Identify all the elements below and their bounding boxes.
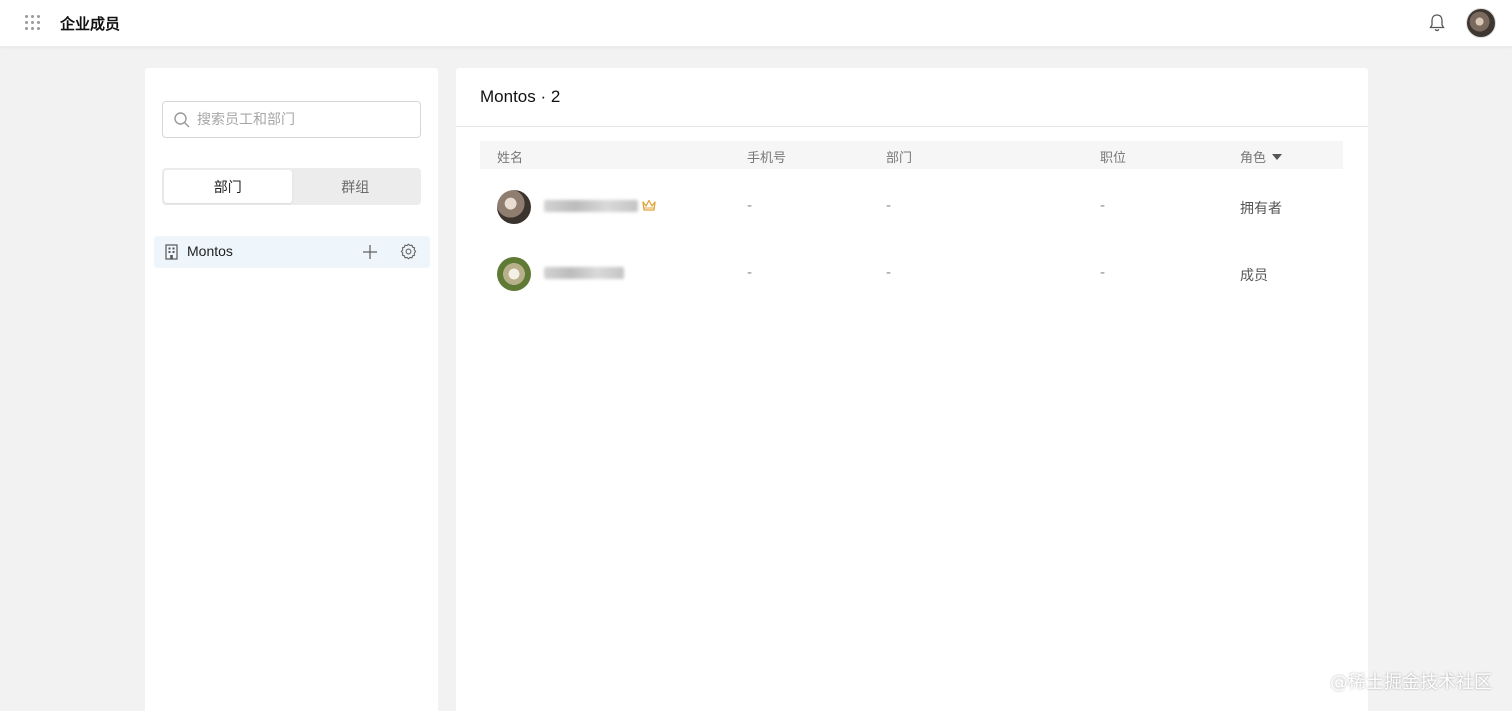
member-avatar (497, 257, 531, 291)
department-sidebar: 部门 群组 Montos (145, 68, 438, 711)
member-role: 成员 (1240, 268, 1268, 284)
member-role: 拥有者 (1240, 201, 1282, 217)
search-field[interactable] (162, 101, 421, 138)
search-input[interactable] (197, 102, 412, 137)
column-header-phone: 手机号 (747, 151, 787, 166)
plus-icon[interactable] (362, 244, 378, 260)
member-name-redacted (544, 267, 624, 279)
tab-department[interactable]: 部门 (164, 170, 292, 203)
caret-down-icon[interactable] (1272, 154, 1283, 160)
member-position: - (1100, 265, 1106, 281)
member-panel: Montos · 2 姓名 手机号 部门 职位 角色 - - - 拥有者 - -… (456, 68, 1368, 711)
department-name: Montos (187, 243, 233, 259)
member-position: - (1100, 198, 1106, 214)
view-tabs: 部门 群组 (162, 168, 421, 205)
member-phone: - (747, 198, 753, 214)
column-header-name: 姓名 (497, 151, 524, 166)
role-header-label: 角色 (1240, 151, 1267, 166)
member-department: - (886, 265, 892, 281)
member-phone: - (747, 265, 753, 281)
column-header-position: 职位 (1100, 151, 1127, 166)
column-header-role[interactable]: 角色 (1240, 147, 1283, 166)
table-header: 姓名 手机号 部门 职位 角色 (480, 141, 1343, 169)
tab-groups[interactable]: 群组 (292, 170, 420, 203)
member-avatar (497, 190, 531, 224)
top-bar: 企业成员 (0, 0, 1512, 46)
bell-icon[interactable] (1428, 13, 1446, 33)
crown-icon (642, 199, 656, 211)
department-item-montos[interactable]: Montos (154, 236, 430, 268)
search-icon (174, 112, 190, 128)
table-row[interactable]: - - - 成员 (480, 244, 1343, 304)
apps-grid-icon[interactable] (25, 15, 41, 31)
divider (456, 126, 1368, 127)
table-row[interactable]: - - - 拥有者 (480, 177, 1343, 237)
watermark: @稀土掘金技术社区 (1330, 672, 1492, 693)
member-name-redacted (544, 200, 638, 212)
column-header-department: 部门 (886, 151, 913, 166)
gear-icon[interactable] (400, 243, 417, 260)
member-department: - (886, 198, 892, 214)
building-icon (165, 244, 178, 260)
app-title: 企业成员 (60, 15, 121, 33)
user-avatar[interactable] (1466, 8, 1496, 38)
page-title: Montos · 2 (480, 87, 561, 106)
